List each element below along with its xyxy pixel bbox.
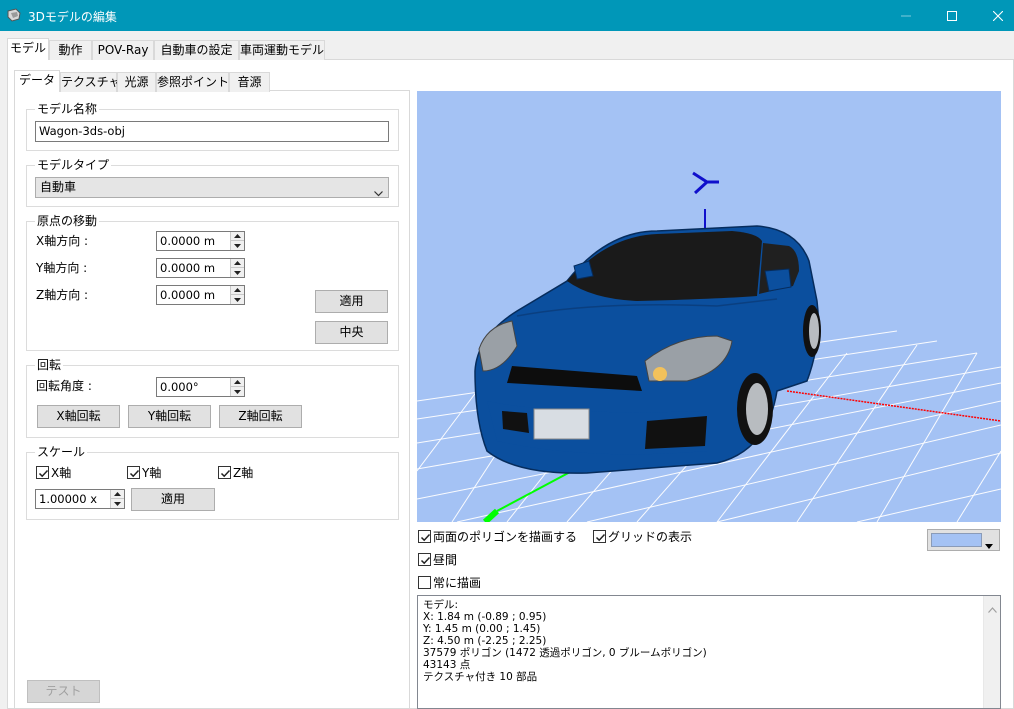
z-axis-label: Z軸方向 : [36,288,89,302]
y-axis-label: Y軸方向 : [36,261,88,275]
background-color-picker[interactable] [927,529,1000,551]
spin-down-icon[interactable] [231,295,244,304]
model-info-box[interactable]: モデル: X: 1.84 m (-0.89 ; 0.95) Y: 1.45 m … [417,595,1001,709]
tab-texture[interactable]: テクスチャ [60,72,121,92]
scroll-up-icon[interactable] [988,602,997,616]
rotation-angle-value: 0.000° [160,380,199,394]
app-icon [6,7,22,23]
tab-povray[interactable]: POV-Ray [92,40,154,60]
z-origin-spin[interactable] [230,286,244,304]
model-type-select[interactable]: 自動車 [35,177,389,198]
scale-z-label: Z軸 [233,466,254,480]
daytime-checkbox[interactable] [418,553,431,566]
rotation-angle-spin[interactable] [230,378,244,396]
scale-value: 1.00000 x [39,492,98,506]
scale-spin[interactable] [110,490,124,508]
close-button[interactable] [975,0,1014,31]
chevron-down-icon [374,184,383,202]
test-button[interactable]: テスト [27,680,100,703]
rotation-angle-stepper[interactable]: 0.000° [156,377,245,397]
daytime-label: 昼間 [433,553,458,567]
scale-z-checkbox[interactable] [218,466,231,479]
model-name-label: モデル名称 [35,102,100,116]
3d-viewport[interactable] [417,91,1001,522]
rotation-label: 回転 [35,358,64,372]
model-name-input[interactable]: Wagon-3ds-obj [35,121,389,142]
always-draw-label: 常に描画 [433,576,482,590]
y-origin-value: 0.0000 m [160,261,216,275]
scale-x-label: X軸 [51,466,72,480]
scale-apply-button[interactable]: 適用 [131,488,215,511]
info-line: X: 1.84 m (-0.89 ; 0.95) [423,611,547,623]
tab-data[interactable]: データ [14,70,60,92]
origin-apply-button[interactable]: 適用 [315,290,388,313]
y-origin-spin[interactable] [230,259,244,277]
always-draw-checkbox[interactable] [418,576,431,589]
info-line: モデル: [423,599,459,611]
scale-y-label: Y軸 [142,466,162,480]
spin-up-icon[interactable] [231,286,244,295]
y-origin-stepper[interactable]: 0.0000 m [156,258,245,278]
tab-vehicle-settings[interactable]: 自動車の設定 [154,40,239,60]
scale-stepper[interactable]: 1.00000 x [35,489,125,509]
x-origin-spin[interactable] [230,232,244,250]
double-sided-checkbox[interactable] [418,530,431,543]
x-origin-value: 0.0000 m [160,234,216,248]
scale-x-checkbox[interactable] [36,466,49,479]
x-axis-label: X軸方向 : [36,234,89,248]
tab-motion[interactable]: 動作 [49,40,92,60]
info-line: テクスチャ付き 10 部品 [423,671,538,683]
info-scrollbar[interactable] [983,596,1000,708]
info-line: Y: 1.45 m (0.00 ; 1.45) [423,623,541,635]
tab-vehicle-dynamics[interactable]: 車両運動モデル [239,40,325,60]
window-title: 3Dモデルの編集 [28,10,117,24]
color-swatch [931,533,982,547]
spin-up-icon[interactable] [111,490,124,499]
title-bar: 3Dモデルの編集 [0,0,1014,31]
3d-scene [417,171,1001,522]
info-line: 37579 ポリゴン (1472 透過ポリゴン, 0 ブルームポリゴン) [423,647,707,659]
z-rotate-button[interactable]: Z軸回転 [219,405,302,428]
spin-down-icon[interactable] [231,241,244,250]
origin-move-label: 原点の移動 [35,214,100,228]
origin-center-button[interactable]: 中央 [315,321,388,344]
rotation-angle-label: 回転角度 : [36,379,92,393]
x-rotate-button[interactable]: X軸回転 [37,405,120,428]
tab-model[interactable]: モデル [7,38,49,60]
model-type-label: モデルタイプ [35,158,112,172]
spin-up-icon[interactable] [231,378,244,387]
tab-sound[interactable]: 音源 [229,72,270,92]
dropdown-arrow-icon [985,538,993,552]
info-line: 43143 点 [423,659,471,671]
spin-down-icon[interactable] [231,268,244,277]
double-sided-label: 両面のポリゴンを描画する [433,530,578,544]
tab-light[interactable]: 光源 [117,72,156,92]
minimize-button[interactable] [883,0,929,31]
spin-down-icon[interactable] [111,499,124,508]
model-type-value: 自動車 [40,180,77,194]
z-origin-value: 0.0000 m [160,288,216,302]
show-grid-checkbox[interactable] [593,530,606,543]
spin-down-icon[interactable] [231,387,244,396]
info-line: Z: 4.50 m (-2.25 ; 2.25) [423,635,547,647]
z-origin-stepper[interactable]: 0.0000 m [156,285,245,305]
spin-up-icon[interactable] [231,259,244,268]
tab-reference-points[interactable]: 参照ポイント [156,72,229,92]
show-grid-label: グリッドの表示 [608,530,693,544]
maximize-button[interactable] [929,0,975,31]
scale-y-checkbox[interactable] [127,466,140,479]
x-origin-stepper[interactable]: 0.0000 m [156,231,245,251]
y-rotate-button[interactable]: Y軸回転 [128,405,211,428]
scale-label: スケール [35,445,88,459]
spin-up-icon[interactable] [231,232,244,241]
